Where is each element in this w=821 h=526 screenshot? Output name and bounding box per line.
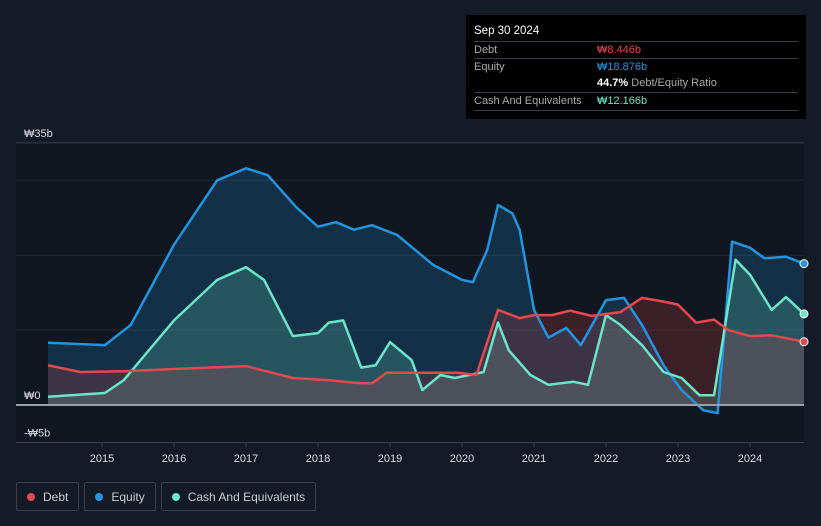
x-tick-label: 2023 — [666, 453, 690, 465]
y-tick-label: ₩35b — [24, 128, 53, 140]
debt-value: ₩8.446b — [597, 44, 642, 56]
ratio: 44.7% Debt/Equity Ratio — [597, 77, 717, 89]
tooltip-date: Sep 30 2024 — [474, 25, 540, 37]
cash-value: ₩12.166b — [597, 95, 648, 107]
cash-dot-icon — [171, 492, 180, 501]
end-marker-debt — [799, 337, 809, 347]
y-tick-label: ₩0 — [24, 390, 41, 402]
tooltip: Sep 30 2024 Debt ₩8.446b Equity ₩18.876b 4… — [466, 15, 806, 119]
x-tick-label: 2024 — [738, 453, 762, 465]
equity-label: Equity — [474, 61, 505, 73]
debt-dot-icon — [27, 492, 35, 501]
x-tick-label: 2017 — [234, 453, 258, 465]
legend-label: Debt — [43, 489, 69, 504]
x-tick-label: 2020 — [450, 453, 474, 465]
legend-debt[interactable]: Debt — [16, 482, 80, 511]
legend-label: Cash And Equivalents — [187, 489, 306, 504]
legend-label: Equity — [111, 489, 145, 504]
ratio-label: Debt/Equity Ratio — [631, 77, 717, 89]
end-marker-cash-and-equivalents — [799, 309, 809, 319]
ratio-value: 44.7% — [597, 77, 629, 89]
equity-value: ₩18.876b — [597, 61, 648, 73]
x-tick-label: 2019 — [378, 453, 402, 465]
equity-dot-icon — [95, 492, 104, 501]
legend: Debt Equity Cash And Equivalents — [16, 482, 317, 511]
x-tick-label: 2022 — [594, 453, 618, 465]
x-tick-label: 2021 — [522, 453, 546, 465]
end-marker-equity — [799, 259, 809, 269]
x-tick-label: 2018 — [306, 453, 330, 465]
debt-label: Debt — [474, 44, 498, 56]
legend-cash[interactable]: Cash And Equivalents — [160, 482, 317, 511]
x-tick-label: 2016 — [162, 453, 186, 465]
legend-equity[interactable]: Equity — [84, 482, 156, 511]
x-tick-label: 2015 — [90, 453, 114, 465]
cash-label: Cash And Equivalents — [474, 95, 582, 107]
y-tick-label: -₩5b — [24, 427, 50, 439]
